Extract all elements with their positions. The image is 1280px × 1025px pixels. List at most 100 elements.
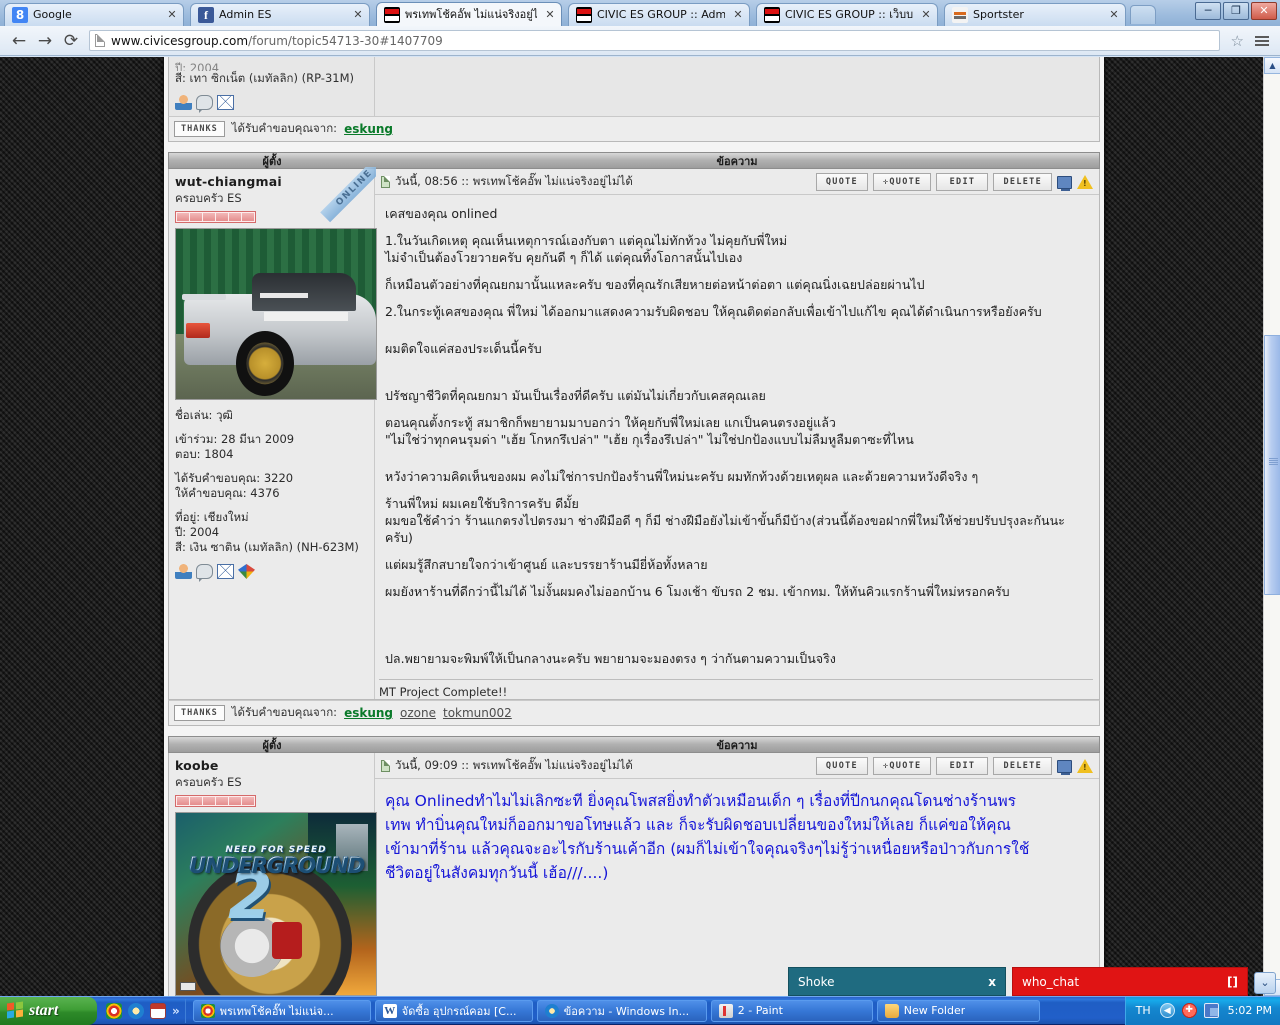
chrome-icon[interactable]	[106, 1003, 122, 1019]
tab-close-icon[interactable]: ✕	[1107, 8, 1121, 22]
hamburger-icon[interactable]	[1250, 36, 1274, 46]
browser-tab-civic-admin[interactable]: CIVIC ES GROUP :: Admin : ✕	[568, 3, 750, 26]
quote-button[interactable]: QUOTE	[816, 757, 868, 775]
minimize-button[interactable]: ─	[1195, 2, 1221, 20]
post-author-name[interactable]: koobe	[175, 758, 368, 773]
pm-icon[interactable]	[196, 95, 213, 110]
browser-tab-active-forum[interactable]: พรเทพโช้คอั๊พ ไม่แน่จริงอยู่ไ ✕	[376, 2, 562, 26]
chat-window-shoke[interactable]: Shoke x	[788, 967, 1006, 996]
address-bar[interactable]: www.civicesgroup.com/forum/topic54713-30…	[89, 30, 1220, 51]
scrollbar-track[interactable]	[1264, 74, 1280, 979]
post-author-name[interactable]: wut-chiangmai	[175, 174, 368, 189]
tab-close-icon[interactable]: ✕	[351, 8, 365, 22]
page-info-icon	[95, 34, 105, 47]
browser-tab-sportster[interactable]: Sportster ✕	[944, 3, 1126, 26]
forward-icon[interactable]: →	[32, 28, 58, 54]
taskbar-button-new-folder[interactable]: New Folder	[877, 1000, 1040, 1022]
post-line-spacer	[385, 367, 1089, 377]
warning-icon[interactable]	[1077, 175, 1093, 189]
browser-tab-google[interactable]: 8 Google ✕	[4, 3, 184, 26]
thanks-badge: THANKS	[174, 121, 225, 137]
quote-button[interactable]: QUOTE	[816, 173, 868, 191]
report-icon[interactable]	[1057, 176, 1072, 189]
chat-title: who_chat	[1022, 975, 1227, 989]
post-line-spacer	[385, 600, 1089, 610]
new-tab-button[interactable]	[1130, 5, 1156, 24]
post-line-spacer	[385, 573, 1089, 583]
tab-close-icon[interactable]: ✕	[543, 8, 557, 22]
report-icon[interactable]	[1057, 760, 1072, 773]
security-shield-icon[interactable]: ✚	[1182, 1003, 1197, 1018]
post-line: แต่ผมรู้สึกสบายใจกว่าเข้าศูนย์ และบรรยาร…	[385, 556, 1089, 573]
warning-icon[interactable]	[1077, 759, 1093, 773]
post-content: เคสของคุณ onlined 1.ในวันเกิดเหตุ คุณเห็…	[375, 195, 1099, 671]
network-icon[interactable]	[1204, 1003, 1219, 1018]
tab-title: Admin ES	[219, 8, 345, 22]
post-header-row: ผู้ตั้ง ข้อความ	[168, 152, 1100, 169]
taskbar-button-label: ข้อความ - Windows In...	[564, 1002, 689, 1020]
chat-window-who-chat[interactable]: who_chat []	[1012, 967, 1248, 996]
multiquote-button[interactable]: ✛QUOTE	[873, 757, 932, 775]
gtalk-icon[interactable]	[238, 564, 255, 579]
bookmark-star-icon[interactable]: ☆	[1225, 32, 1250, 50]
quicklaunch-more-icon[interactable]: »	[172, 1004, 180, 1018]
chrome-icon	[201, 1004, 215, 1018]
taskbar-button-label: 2 - Paint	[738, 1004, 783, 1017]
chat-expand-caret-icon[interactable]: ⌄	[1254, 972, 1276, 994]
maximize-button[interactable]: ❐	[1223, 2, 1249, 20]
post-line-spacer	[385, 222, 1089, 232]
start-button[interactable]: start	[0, 997, 97, 1025]
previous-post-author-column: ปี: 2004 สี: เทา ซิกเน็ต (เมทัลลิก) (RP-…	[169, 57, 375, 116]
profile-icon[interactable]	[175, 564, 192, 579]
civic-es-icon	[764, 7, 780, 23]
post-author-avatar	[175, 228, 377, 400]
reload-icon[interactable]: ⟳	[58, 28, 84, 54]
ie-icon	[545, 1004, 559, 1018]
tab-close-icon[interactable]: ✕	[919, 8, 933, 22]
column-header-author: ผู้ตั้ง	[169, 736, 375, 754]
column-header-author: ผู้ตั้ง	[169, 152, 375, 170]
scrollbar-thumb[interactable]	[1264, 335, 1280, 595]
tab-title: Sportster	[973, 8, 1101, 22]
email-icon[interactable]	[217, 564, 234, 579]
taskbar-button-paint[interactable]: 2 - Paint	[711, 1000, 873, 1022]
taskbar-button-word[interactable]: W จัดซื้อ อุปกรณ์คอม [C...	[375, 1000, 533, 1022]
browser-tab-admin-es[interactable]: f Admin ES ✕	[190, 3, 370, 26]
delete-button[interactable]: DELETE	[993, 173, 1052, 191]
previous-post-tail: ปี: 2004 สี: เทา ซิกเน็ต (เมทัลลิก) (RP-…	[168, 57, 1100, 116]
chat-close-icon[interactable]: x	[988, 975, 996, 989]
tab-close-icon[interactable]: ✕	[731, 8, 745, 22]
browser-tab-civic-board[interactable]: CIVIC ES GROUP :: เว็บบอร์ ✕	[756, 3, 938, 26]
language-indicator[interactable]: TH	[1136, 1004, 1151, 1017]
post-author-stats: ชื่อเล่น: วุฒิ เข้าร่วม: 28 มีนา 2009 ตอ…	[175, 408, 368, 555]
taskbar-button-ie[interactable]: ข้อความ - Windows In...	[537, 1000, 707, 1022]
close-button[interactable]: ✕	[1251, 2, 1277, 20]
scroll-up-arrow-icon[interactable]: ▲	[1264, 57, 1280, 74]
thanks-user-link[interactable]: tokmun002	[443, 706, 512, 720]
show-hidden-icon[interactable]: ◀	[1160, 1003, 1175, 1018]
taskbar-button-chrome[interactable]: พรเทพโช้คอั๊พ ไม่แน่จ...	[193, 1000, 371, 1022]
multiquote-button[interactable]: ✛QUOTE	[873, 173, 932, 191]
tab-close-icon[interactable]: ✕	[165, 8, 179, 22]
chat-restore-icon[interactable]: []	[1227, 975, 1238, 989]
delete-button[interactable]: DELETE	[993, 757, 1052, 775]
edit-button[interactable]: EDIT	[936, 173, 988, 191]
taskbar-clock[interactable]: 5:02 PM	[1228, 1004, 1272, 1017]
pm-icon[interactable]	[196, 564, 213, 579]
vertical-scrollbar[interactable]: ▲ ▼	[1263, 57, 1280, 996]
calendar-icon[interactable]	[150, 1003, 166, 1019]
author-nickname: ชื่อเล่น: วุฒิ	[175, 408, 368, 423]
email-icon[interactable]	[217, 95, 234, 110]
back-icon[interactable]: ←	[6, 28, 32, 54]
thanks-user-link[interactable]: eskung	[344, 706, 393, 720]
post-message-column: วันนี้, 08:56 :: พรเทพโช้คอั๊พ ไม่แน่จริ…	[375, 169, 1099, 699]
profile-icon[interactable]	[175, 95, 192, 110]
post-author-column: ONLINE wut-chiangmai ครอบครัว ES	[169, 169, 375, 699]
edit-button[interactable]: EDIT	[936, 757, 988, 775]
thanks-user-link[interactable]: eskung	[344, 122, 393, 136]
window-controls: ─ ❐ ✕	[1195, 2, 1277, 20]
thanks-user-link[interactable]: ozone	[400, 706, 436, 720]
ie-icon[interactable]	[128, 1003, 144, 1019]
taskbar-buttons: พรเทพโช้คอั๊พ ไม่แน่จ... W จัดซื้อ อุปกร…	[186, 1000, 1125, 1022]
post-action-buttons: QUOTE ✛QUOTE EDIT DELETE	[816, 757, 1093, 775]
